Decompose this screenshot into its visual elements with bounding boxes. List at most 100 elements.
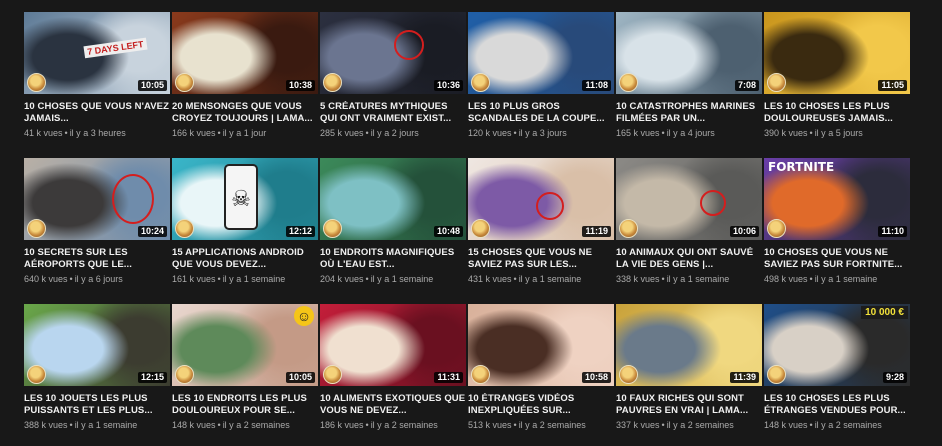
video-meta: 513 k vues • il y a 2 semaines: [468, 420, 614, 431]
video-meta: 41 k vues • il y a 3 heures: [24, 128, 170, 139]
video-card[interactable]: 10:48 10 ENDROITS MAGNIFIQUES OÙ L'EAU E…: [320, 158, 466, 285]
upload-age: il y a 2 jours: [370, 128, 419, 138]
video-card[interactable]: 9:28 10 000 € LES 10 CHOSES LES PLUS ÉTR…: [764, 304, 910, 431]
video-thumbnail[interactable]: 10:06: [616, 158, 762, 240]
channel-avatar[interactable]: [767, 219, 786, 238]
video-card[interactable]: 12:12 ☠ 15 APPLICATIONS ANDROID QUE VOUS…: [172, 158, 318, 285]
video-thumbnail[interactable]: 10:58: [468, 304, 614, 386]
video-title[interactable]: 10 CATASTROPHES MARINES FILMÉES PAR UN..…: [616, 101, 762, 125]
view-count: 166 k vues: [172, 128, 216, 138]
view-count: 285 k vues: [320, 128, 364, 138]
video-title[interactable]: 15 CHOSES QUE VOUS NE SAVIEZ PAS SUR LES…: [468, 247, 614, 271]
video-card[interactable]: 7:08 10 CATASTROPHES MARINES FILMÉES PAR…: [616, 12, 762, 139]
video-title[interactable]: 10 FAUX RICHES QUI SONT PAUVRES EN VRAI …: [616, 393, 762, 417]
video-duration: 11:08: [582, 80, 611, 91]
video-title[interactable]: 10 SECRETS SUR LES AÉROPORTS QUE LE...: [24, 247, 170, 271]
video-thumbnail[interactable]: 11:05: [764, 12, 910, 94]
video-title[interactable]: 10 ÉTRANGES VIDÉOS INEXPLIQUÉES SUR...: [468, 393, 614, 417]
video-card[interactable]: 10:05 7 DAYS LEFT 10 CHOSES QUE VOUS N'A…: [24, 12, 170, 139]
channel-avatar[interactable]: [767, 365, 786, 384]
video-card[interactable]: 10:36 5 CRÉATURES MYTHIQUES QUI ONT VRAI…: [320, 12, 466, 139]
video-card[interactable]: 10:38 20 MENSONGES QUE VOUS CROYEZ TOUJO…: [172, 12, 318, 139]
meta-separator: •: [217, 128, 221, 138]
video-thumbnail[interactable]: 10:05 ☺: [172, 304, 318, 386]
meta-separator: •: [69, 274, 73, 284]
video-thumbnail[interactable]: 7:08: [616, 12, 762, 94]
video-duration: 12:12: [285, 226, 315, 237]
video-title[interactable]: 20 MENSONGES QUE VOUS CROYEZ TOUJOURS | …: [172, 101, 318, 125]
video-title[interactable]: 10 CHOSES QUE VOUS NE SAVIEZ PAS SUR FOR…: [764, 247, 910, 271]
video-title[interactable]: 10 ENDROITS MAGNIFIQUES OÙ L'EAU EST...: [320, 247, 466, 271]
channel-avatar[interactable]: [323, 73, 342, 92]
channel-avatar[interactable]: [323, 219, 342, 238]
video-title[interactable]: 10 CHOSES QUE VOUS N'AVEZ JAMAIS...: [24, 101, 170, 125]
view-count: 148 k vues: [172, 420, 216, 430]
channel-avatar[interactable]: [619, 365, 638, 384]
video-card[interactable]: 11:10 FORTNITE 10 CHOSES QUE VOUS NE SAV…: [764, 158, 910, 285]
video-card[interactable]: 10:05 ☺ LES 10 ENDROITS LES PLUS DOULOUR…: [172, 304, 318, 431]
video-card[interactable]: 11:05 LES 10 CHOSES LES PLUS DOULOUREUSE…: [764, 12, 910, 139]
video-duration: 11:10: [878, 226, 907, 237]
view-count: 204 k vues: [320, 274, 364, 284]
video-title[interactable]: 15 APPLICATIONS ANDROID QUE VOUS DEVEZ..…: [172, 247, 318, 271]
meta-separator: •: [217, 420, 221, 430]
video-thumbnail[interactable]: 11:31: [320, 304, 466, 386]
video-thumbnail[interactable]: 11:10 FORTNITE: [764, 158, 910, 240]
upload-age: il y a 1 semaine: [666, 274, 730, 284]
channel-avatar[interactable]: [619, 73, 638, 92]
channel-avatar[interactable]: [27, 219, 46, 238]
video-card[interactable]: 11:39 10 FAUX RICHES QUI SONT PAUVRES EN…: [616, 304, 762, 431]
view-count: 390 k vues: [764, 128, 808, 138]
highlight-circle: [394, 30, 424, 60]
video-card[interactable]: 12:15 LES 10 JOUETS LES PLUS PUISSANTS E…: [24, 304, 170, 431]
video-card[interactable]: 11:19 15 CHOSES QUE VOUS NE SAVIEZ PAS S…: [468, 158, 614, 285]
video-title[interactable]: 10 ANIMAUX QUI ONT SAUVÉ LA VIE DES GENS…: [616, 247, 762, 271]
meta-separator: •: [661, 274, 665, 284]
channel-avatar[interactable]: [175, 219, 194, 238]
highlight-circle: [700, 190, 726, 216]
channel-avatar[interactable]: [471, 73, 490, 92]
video-title[interactable]: LES 10 CHOSES LES PLUS DOULOUREUSES JAMA…: [764, 101, 910, 125]
video-title[interactable]: LES 10 JOUETS LES PLUS PUISSANTS ET LES …: [24, 393, 170, 417]
channel-avatar[interactable]: [27, 365, 46, 384]
video-duration: 10:05: [285, 372, 315, 383]
video-title[interactable]: LES 10 PLUS GROS SCANDALES DE LA COUPE..…: [468, 101, 614, 125]
channel-avatar[interactable]: [767, 73, 786, 92]
video-title[interactable]: LES 10 ENDROITS LES PLUS DOULOUREUX POUR…: [172, 393, 318, 417]
video-thumbnail[interactable]: 11:08: [468, 12, 614, 94]
video-card[interactable]: 10:24 10 SECRETS SUR LES AÉROPORTS QUE L…: [24, 158, 170, 285]
channel-avatar[interactable]: [175, 73, 194, 92]
highlight-circle: [112, 174, 154, 224]
channel-avatar[interactable]: [323, 365, 342, 384]
video-card[interactable]: 11:31 10 ALIMENTS EXOTIQUES QUE VOUS NE …: [320, 304, 466, 431]
video-thumbnail[interactable]: 10:24: [24, 158, 170, 240]
video-meta: 388 k vues • il y a 1 semaine: [24, 420, 170, 431]
channel-avatar[interactable]: [471, 219, 490, 238]
meta-separator: •: [365, 274, 369, 284]
channel-avatar[interactable]: [175, 365, 194, 384]
video-thumbnail[interactable]: 10:48: [320, 158, 466, 240]
video-duration: 10:36: [433, 80, 463, 91]
video-card[interactable]: 10:06 10 ANIMAUX QUI ONT SAUVÉ LA VIE DE…: [616, 158, 762, 285]
video-thumbnail[interactable]: 11:39: [616, 304, 762, 386]
video-thumbnail[interactable]: 12:12 ☠: [172, 158, 318, 240]
video-thumbnail[interactable]: 9:28 10 000 €: [764, 304, 910, 386]
channel-avatar[interactable]: [619, 219, 638, 238]
video-duration: 10:58: [581, 372, 611, 383]
video-card[interactable]: 10:58 10 ÉTRANGES VIDÉOS INEXPLIQUÉES SU…: [468, 304, 614, 431]
video-thumbnail[interactable]: 10:38: [172, 12, 318, 94]
channel-avatar[interactable]: [471, 365, 490, 384]
channel-avatar[interactable]: [27, 73, 46, 92]
video-thumbnail[interactable]: 12:15: [24, 304, 170, 386]
video-title[interactable]: LES 10 CHOSES LES PLUS ÉTRANGES VENDUES …: [764, 393, 910, 417]
video-thumbnail[interactable]: 11:19: [468, 158, 614, 240]
video-title[interactable]: 10 ALIMENTS EXOTIQUES QUE VOUS NE DEVEZ.…: [320, 393, 466, 417]
video-duration: 10:06: [729, 226, 759, 237]
meta-separator: •: [661, 128, 665, 138]
video-card[interactable]: 11:08 LES 10 PLUS GROS SCANDALES DE LA C…: [468, 12, 614, 139]
video-title[interactable]: 5 CRÉATURES MYTHIQUES QUI ONT VRAIMENT E…: [320, 101, 466, 125]
video-meta: 431 k vues • il y a 1 semaine: [468, 274, 614, 285]
view-count: 431 k vues: [468, 274, 512, 284]
video-thumbnail[interactable]: 10:05 7 DAYS LEFT: [24, 12, 170, 94]
video-thumbnail[interactable]: 10:36: [320, 12, 466, 94]
